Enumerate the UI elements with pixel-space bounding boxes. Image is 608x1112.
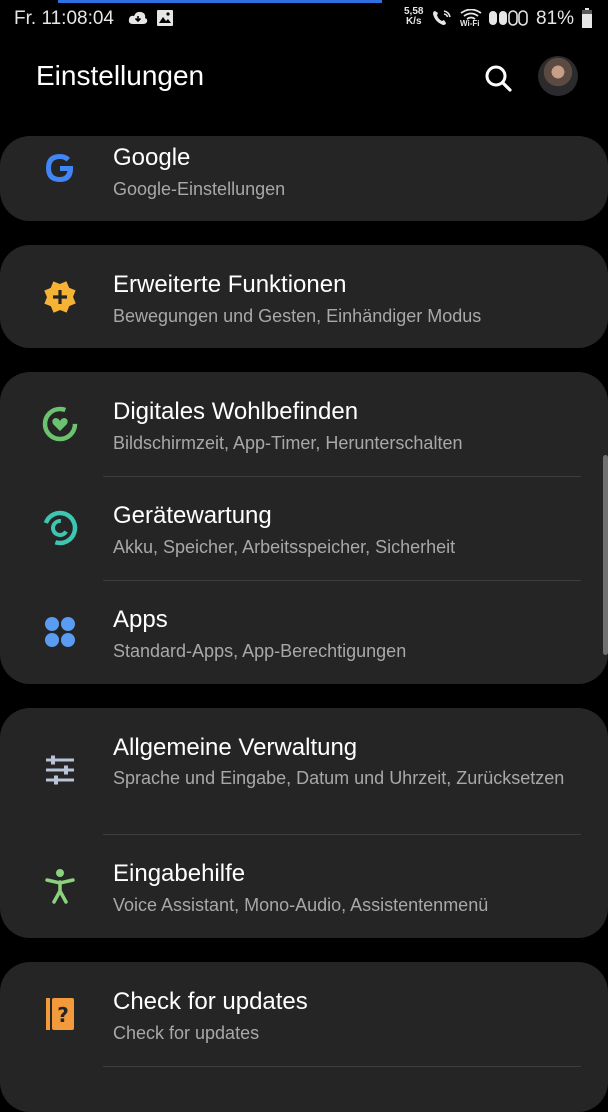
software-update-icon: ? bbox=[46, 998, 74, 1030]
list-item-advanced-features[interactable]: Erweiterte Funktionen Bewegungen und Ges… bbox=[0, 245, 608, 348]
svg-text:?: ? bbox=[57, 1003, 69, 1027]
card-wellbeing-group: Digitales Wohlbefinden Bildschirmzeit, A… bbox=[0, 372, 608, 684]
status-time: Fr. 11:08:04 bbox=[14, 8, 114, 29]
list-item-accessibility[interactable]: Eingabehilfe Voice Assistant, Mono-Audio… bbox=[0, 834, 608, 938]
google-icon bbox=[46, 154, 74, 182]
apps-icon bbox=[45, 617, 75, 647]
avatar[interactable] bbox=[538, 56, 578, 96]
card-management-group: Allgemeine Verwaltung Sprache und Eingab… bbox=[0, 708, 608, 938]
advanced-features-icon bbox=[44, 281, 76, 313]
status-progress-line bbox=[58, 0, 382, 3]
list-item-apps[interactable]: Apps Standard-Apps, App-Berechtigungen bbox=[0, 580, 608, 684]
list-item-check-updates[interactable]: ? Check for updates Check for updates bbox=[0, 962, 608, 1066]
search-icon[interactable] bbox=[480, 60, 516, 96]
cloud-sync-icon bbox=[128, 11, 148, 24]
gallery-icon bbox=[157, 10, 173, 26]
item-title: Erweiterte Funktionen bbox=[113, 271, 347, 298]
item-title: Apps bbox=[113, 606, 168, 633]
item-title: Allgemeine Verwaltung bbox=[113, 734, 358, 761]
item-subtitle: Google-Einstellungen bbox=[113, 179, 286, 199]
battery-icon bbox=[582, 8, 592, 28]
status-bar: Fr. 11:08:04 5,58 K/s Wi-Fi 81% bbox=[0, 0, 608, 38]
device-care-icon bbox=[42, 510, 78, 546]
item-subtitle: Standard-Apps, App-Berechtigungen bbox=[113, 641, 407, 661]
list-item-general-management[interactable]: Allgemeine Verwaltung Sprache und Eingab… bbox=[0, 708, 608, 834]
card-advanced-features: Erweiterte Funktionen Bewegungen und Ges… bbox=[0, 245, 608, 348]
item-title: Gerätewartung bbox=[113, 502, 272, 529]
wifi-label: Wi-Fi bbox=[460, 19, 480, 28]
battery-percent: 81% bbox=[536, 8, 575, 29]
accessibility-icon bbox=[45, 869, 75, 904]
card-updates: ? Check for updates Check for updates bbox=[0, 962, 608, 1112]
item-subtitle: Bildschirmzeit, App-Timer, Herunterschal… bbox=[113, 433, 463, 453]
page-title: Einstellungen bbox=[36, 60, 205, 91]
network-speed-unit: K/s bbox=[405, 16, 422, 27]
wifi-call-icon bbox=[433, 10, 451, 25]
divider bbox=[103, 1066, 581, 1067]
item-subtitle: Sprache und Eingabe, Datum und Uhrzeit, … bbox=[113, 768, 565, 788]
item-title: Check for updates bbox=[113, 988, 308, 1015]
list-item-device-care[interactable]: Gerätewartung Akku, Speicher, Arbeitsspe… bbox=[0, 476, 608, 580]
item-subtitle: Bewegungen und Gesten, Einhändiger Modus bbox=[113, 306, 482, 326]
list-item-digital-wellbeing[interactable]: Digitales Wohlbefinden Bildschirmzeit, A… bbox=[0, 372, 608, 476]
digital-wellbeing-icon bbox=[42, 406, 78, 442]
signal-icon bbox=[489, 10, 528, 26]
item-subtitle: Voice Assistant, Mono-Audio, Assistenten… bbox=[113, 895, 489, 915]
item-title: Google bbox=[113, 144, 191, 171]
network-speed: 5,58 K/s bbox=[404, 7, 423, 27]
item-title: Digitales Wohlbefinden bbox=[113, 398, 359, 425]
card-google: Google Google-Einstellungen bbox=[0, 136, 608, 221]
item-subtitle: Akku, Speicher, Arbeitsspeicher, Sicherh… bbox=[113, 537, 456, 557]
scrollbar[interactable] bbox=[603, 455, 608, 655]
item-subtitle: Check for updates bbox=[113, 1023, 260, 1043]
list-item-google[interactable]: Google Google-Einstellungen bbox=[0, 136, 608, 221]
item-title: Eingabehilfe bbox=[113, 860, 246, 887]
general-management-icon bbox=[46, 755, 74, 785]
